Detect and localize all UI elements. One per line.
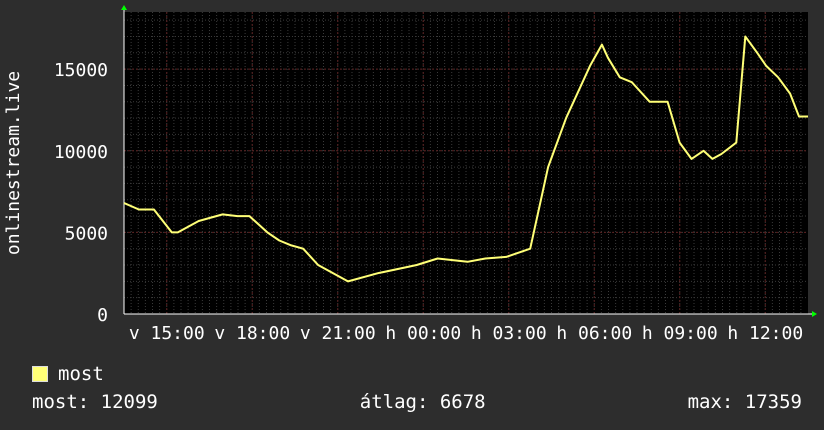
stat-average: átlag: 6678 (359, 391, 486, 413)
y-axis-label: onlinestream.live (3, 71, 24, 255)
legend-swatch-most (32, 366, 48, 382)
y-axis-arrow (121, 5, 127, 10)
x-axis-arrow (812, 311, 817, 317)
x-tick-label: h 03:00 (471, 323, 547, 344)
stats-row: most: 12099 átlag: 6678 max: 17359 (32, 391, 802, 413)
y-tick-label: 5000 (65, 223, 108, 244)
y-tick-label: 10000 (54, 142, 108, 163)
stat-current: most: 12099 (32, 391, 158, 413)
line-chart: 0 5000 10000 15000 v 15:00 v 18:00 v 21:00 h 00… (3, 5, 817, 344)
x-tick-label: v 15:00 (129, 323, 205, 344)
legend: most (32, 363, 104, 385)
x-tick-label: h 09:00 (642, 323, 718, 344)
x-tick-label: h 00:00 (385, 323, 461, 344)
y-tick-label: 0 (97, 305, 108, 326)
x-tick-label: v 21:00 (300, 323, 376, 344)
y-tick-label: 15000 (54, 60, 108, 81)
graph-root: 0 5000 10000 15000 v 15:00 v 18:00 v 21:00 h 00… (0, 0, 824, 430)
x-tick-label: h 12:00 (727, 323, 803, 344)
stat-max: max: 17359 (687, 391, 802, 413)
x-tick-label: h 06:00 (556, 323, 632, 344)
x-tick-label: v 18:00 (214, 323, 290, 344)
legend-label-most: most (58, 363, 104, 385)
